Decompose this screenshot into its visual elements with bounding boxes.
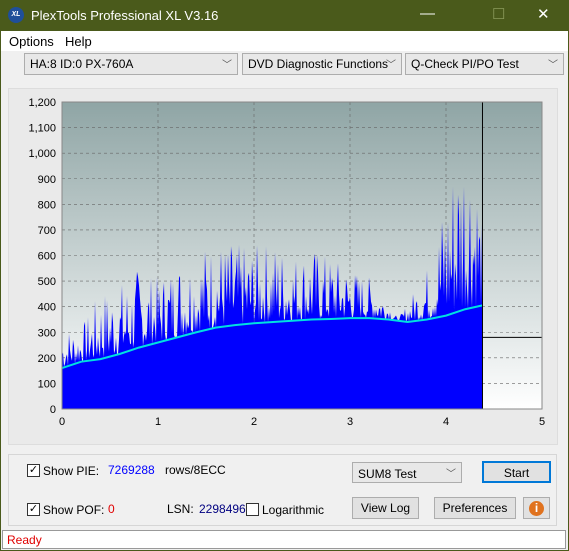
drive-value: HA:8 ID:0 PX-760A (30, 57, 134, 71)
pie-chart: 0 100 200 300 400 500 600 700 800 900 1,000 1,100 1,… (28, 97, 545, 428)
chevron-down-icon: ﹀ (222, 60, 232, 71)
title-bar: XL PlexTools Professional XL V3.16 — ☐ ✕ (0, 0, 569, 31)
chart-panel: 0 100 200 300 400 500 600 700 800 900 1,000 1,100 1,… (8, 88, 558, 445)
function-value: DVD Diagnostic Functions (248, 57, 389, 71)
y-tick-label: 200 (38, 353, 56, 365)
y-tick-label: 700 (38, 225, 56, 237)
y-tick-label: 1,200 (28, 97, 56, 109)
lsn-label: LSN: (167, 502, 194, 516)
maximize-button[interactable]: ☐ (492, 5, 505, 23)
show-pie-checkbox[interactable]: ✓ (27, 464, 40, 477)
x-tick-label: 3 (347, 416, 353, 428)
pie-unit: rows/8ECC (165, 463, 226, 477)
y-tick-label: 800 (38, 199, 56, 211)
lsn-value: 2298496 (199, 502, 246, 516)
pof-value: 0 (108, 502, 115, 516)
logarithmic-checkbox[interactable] (246, 503, 259, 516)
pie-value: 7269288 (108, 463, 155, 477)
function-select[interactable]: DVD Diagnostic Functions ﹀ (242, 53, 402, 75)
chevron-down-icon: ﹀ (446, 469, 456, 480)
y-tick-label: 1,100 (28, 123, 56, 135)
preferences-button[interactable]: Preferences (434, 497, 516, 519)
start-button[interactable]: Start (482, 461, 551, 483)
chevron-down-icon: ﹀ (548, 60, 558, 71)
drive-select[interactable]: HA:8 ID:0 PX-760A ﹀ (24, 53, 238, 75)
x-tick-label: 2 (251, 416, 257, 428)
chevron-down-icon: ﹀ (386, 60, 396, 71)
view-log-button[interactable]: View Log (352, 497, 419, 519)
info-icon: i (529, 501, 544, 516)
x-tick-label: 0 (59, 416, 65, 428)
y-tick-label: 300 (38, 327, 56, 339)
info-button[interactable]: i (523, 497, 550, 519)
test-mode-value: SUM8 Test (358, 467, 417, 481)
y-tick-label: 1,000 (28, 148, 56, 160)
show-pof-checkbox[interactable]: ✓ (27, 503, 40, 516)
menu-bar: Options Help (0, 31, 569, 51)
test-value: Q-Check PI/PO Test (411, 57, 519, 71)
minimize-button[interactable]: — (420, 5, 435, 22)
y-tick-label: 600 (38, 251, 56, 263)
controls-panel: ✓ Show PIE: 7269288 rows/8ECC SUM8 Test ﹀… (8, 454, 557, 526)
test-select[interactable]: Q-Check PI/PO Test ﹀ (405, 53, 564, 75)
menu-help[interactable]: Help (65, 34, 92, 49)
y-tick-label: 500 (38, 276, 56, 288)
app-logo: XL (8, 7, 24, 23)
x-tick-label: 5 (539, 416, 545, 428)
y-tick-label: 100 (38, 378, 56, 390)
show-pof-label: Show POF: (43, 503, 105, 517)
y-tick-label: 900 (38, 174, 56, 186)
x-tick-label: 1 (155, 416, 161, 428)
show-pie-label: Show PIE: (43, 464, 100, 478)
y-tick-label: 400 (38, 302, 56, 314)
menu-options[interactable]: Options (9, 34, 54, 49)
test-mode-select[interactable]: SUM8 Test ﹀ (352, 462, 462, 483)
status-bar: Ready (2, 530, 566, 549)
logarithmic-label: Logarithmic (262, 503, 325, 517)
y-tick-label: 0 (50, 404, 56, 416)
x-tick-label: 4 (443, 416, 449, 428)
window-title: PlexTools Professional XL V3.16 (31, 8, 219, 23)
close-button[interactable]: ✕ (537, 5, 550, 23)
